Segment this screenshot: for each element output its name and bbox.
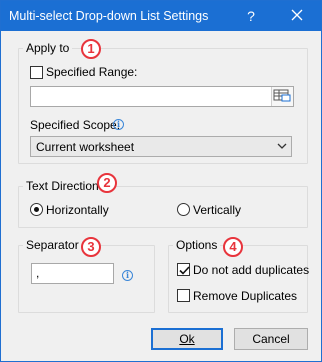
- close-button[interactable]: [281, 5, 313, 27]
- scope-dropdown[interactable]: Current worksheet: [30, 136, 292, 157]
- cancel-button-label: Cancel: [252, 332, 290, 346]
- ok-button[interactable]: Ok: [151, 328, 223, 350]
- separator-legend: Separator: [23, 238, 82, 252]
- do-not-add-duplicates-label[interactable]: Do not add duplicates: [193, 263, 309, 277]
- specified-range-label[interactable]: Specified Range:: [46, 65, 137, 79]
- horizontally-label[interactable]: Horizontally: [46, 203, 109, 217]
- specified-scope-label: Specified Scope:: [30, 118, 121, 132]
- scope-dropdown-value: Current worksheet: [36, 140, 135, 154]
- separator-info-icon[interactable]: i: [122, 270, 133, 281]
- separator-input[interactable]: ,: [31, 263, 114, 284]
- checkmark-icon: [179, 266, 190, 275]
- do-not-add-duplicates-checkbox[interactable]: [177, 263, 190, 276]
- range-picker-icon: [273, 89, 291, 102]
- range-picker-button[interactable]: [271, 87, 293, 106]
- text-direction-legend: Text Direction: [23, 179, 102, 193]
- remove-duplicates-checkbox[interactable]: [177, 289, 190, 302]
- badge-2: 2: [97, 173, 117, 193]
- title-bar[interactable]: Multi-select Drop-down List Settings ?: [1, 1, 321, 31]
- separator-input-value: ,: [36, 266, 40, 280]
- remove-duplicates-label[interactable]: Remove Duplicates: [193, 289, 297, 303]
- scope-info-icon[interactable]: i: [113, 119, 124, 130]
- specified-range-checkbox[interactable]: [30, 66, 43, 79]
- badge-3: 3: [81, 237, 101, 257]
- badge-4: 4: [223, 237, 243, 257]
- window-title: Multi-select Drop-down List Settings: [9, 9, 209, 23]
- range-input[interactable]: [30, 86, 294, 107]
- badge-1: 1: [81, 39, 101, 59]
- ok-button-label: Ok: [179, 332, 195, 346]
- help-button[interactable]: ?: [237, 5, 265, 27]
- vertically-radio[interactable]: [177, 203, 190, 216]
- horizontally-radio[interactable]: [30, 203, 43, 216]
- vertically-label[interactable]: Vertically: [193, 203, 241, 217]
- close-icon: [291, 9, 303, 21]
- options-legend: Options: [173, 238, 221, 252]
- apply-to-legend: Apply to: [23, 41, 73, 55]
- chevron-down-icon: [277, 143, 287, 149]
- cancel-button[interactable]: Cancel: [234, 328, 308, 350]
- settings-dialog: Multi-select Drop-down List Settings ? A…: [0, 0, 322, 362]
